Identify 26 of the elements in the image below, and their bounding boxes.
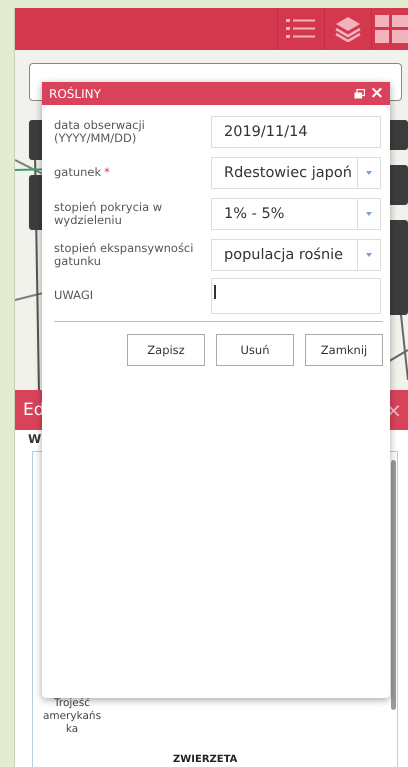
caret-icon: [366, 252, 372, 256]
restore-icon[interactable]: [354, 88, 365, 98]
field-label: stopień ekspansywności gatunku: [54, 242, 194, 268]
field-label: data obserwacji (YYYY/MM/DD): [54, 118, 146, 144]
dropdown[interactable]: populacja rośnie: [211, 238, 381, 270]
list-icon[interactable]: [286, 17, 316, 41]
grid-icon[interactable]: [375, 15, 408, 43]
date-field[interactable]: 2019/11/14: [211, 116, 381, 148]
close-button[interactable]: ×: [370, 85, 384, 102]
dialog-button[interactable]: Zamknij: [305, 334, 383, 366]
dialog-button[interactable]: Zapisz: [127, 334, 205, 366]
scrollbar[interactable]: [391, 460, 396, 710]
species-label[interactable]: Trojeść amerykańska: [41, 697, 103, 736]
dialog-button[interactable]: Usuń: [216, 334, 294, 366]
section-heading: ZWIERZETA: [173, 754, 238, 765]
layers-icon[interactable]: [335, 16, 361, 42]
dropdown[interactable]: Rdestowiec japoń: [211, 156, 381, 188]
notes-field[interactable]: [211, 278, 381, 314]
field-label: stopień pokrycia w wydzieleniu: [54, 200, 164, 226]
field-label: UWAGI: [54, 289, 94, 302]
caret-icon: [366, 170, 372, 174]
caret-icon: [366, 212, 372, 216]
dialog-title: ROŚLINY: [49, 86, 102, 100]
panel-subtitle: W: [28, 432, 42, 446]
field-label: gatunek *: [54, 166, 111, 179]
dropdown[interactable]: 1% - 5%: [211, 198, 381, 230]
